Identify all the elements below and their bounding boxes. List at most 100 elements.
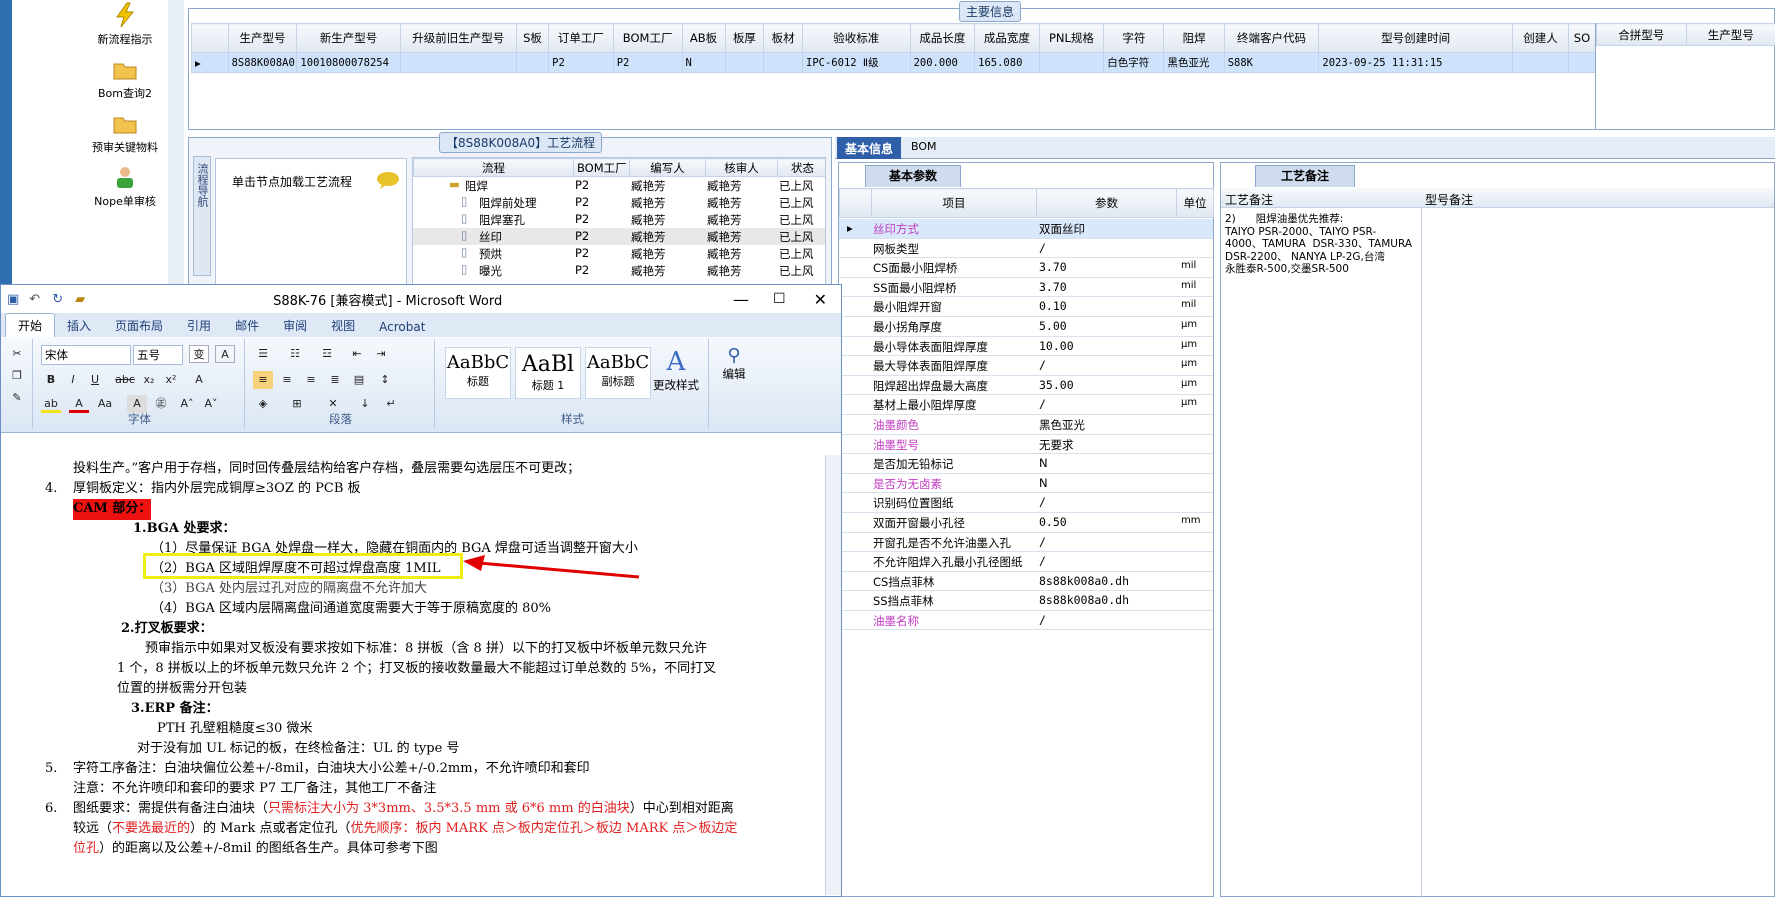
param-value[interactable]: / <box>1039 397 1046 411</box>
tab-base-params[interactable]: 基本参数 <box>865 165 961 187</box>
col-header[interactable]: 字符 <box>1103 23 1165 53</box>
param-value[interactable]: 无要求 <box>1039 437 1074 453</box>
table-cell[interactable] <box>515 52 550 73</box>
multilevel-icon[interactable]: ☲ <box>317 345 337 363</box>
table-cell[interactable]: 白色字符 <box>1103 52 1165 73</box>
table-cell[interactable]: 2023-09-25 11:31:15 <box>1318 52 1514 73</box>
table-cell[interactable]: 165.080 <box>974 52 1040 73</box>
table-cell[interactable] <box>399 52 517 73</box>
table-cell[interactable] <box>1512 52 1569 73</box>
param-value[interactable]: N <box>1039 476 1048 490</box>
col-header[interactable]: AB板 <box>681 23 726 53</box>
table-cell[interactable]: 8S88K008A0 <box>227 52 298 73</box>
param-row[interactable]: 开窗孔是否不允许油墨入孔 / <box>839 533 1213 553</box>
justify-icon[interactable]: ≣ <box>325 371 345 389</box>
nav-scrollbar[interactable] <box>168 0 184 300</box>
col-header[interactable]: 生产型号 <box>227 23 298 53</box>
param-value[interactable]: / <box>1039 535 1046 549</box>
redo-icon[interactable]: ↻ <box>52 292 63 307</box>
line-spacing-icon[interactable]: ↕ <box>375 371 395 389</box>
param-row[interactable]: 油墨型号 无要求 <box>839 435 1213 455</box>
param-row[interactable]: 最小导体表面阻焊厚度 10.00 μm <box>839 337 1213 357</box>
font-size-combo[interactable]: 五号 <box>133 345 183 365</box>
param-value[interactable]: / <box>1039 613 1046 627</box>
col-header[interactable]: 核审人 <box>705 158 778 177</box>
cut-icon[interactable]: ✂ <box>7 345 27 363</box>
col-header[interactable]: 参数 <box>1036 188 1177 218</box>
param-row[interactable]: 阻焊超出焊盘最大高度 35.00 μm <box>839 376 1213 396</box>
param-value[interactable]: 8s88k008a0.dh <box>1039 593 1129 607</box>
param-value[interactable]: 10.00 <box>1039 339 1074 353</box>
open-icon[interactable]: ▰ <box>75 292 85 307</box>
tree-row[interactable]: ▬ 阻焊 P2 臧艳芳 臧艳芳 已上风 <box>413 177 825 194</box>
param-value[interactable]: 双面丝印 <box>1039 221 1085 237</box>
change-styles-button[interactable]: A 更改样式 <box>649 347 703 393</box>
col-header[interactable]: 终端客户代码 <box>1223 23 1320 53</box>
param-row[interactable]: 基材上最小阻焊厚度 / μm <box>839 395 1213 415</box>
col-header[interactable]: BOM工厂 <box>573 158 630 177</box>
tab-process-notes[interactable]: 工艺备注 <box>1255 165 1355 187</box>
param-row[interactable]: 不允许阻焊入孔最小孔径图纸 / <box>839 552 1213 572</box>
table-cell[interactable]: N <box>681 52 726 73</box>
maximize-button[interactable]: ☐ <box>773 291 786 307</box>
document-body[interactable]: 投料生产。”客户用于存档，同时回传叠层结构给客户存档，叠层需要勾选层压不可更改；… <box>1 455 801 895</box>
nav-item-pre-review[interactable]: 预审关键物料 <box>70 110 180 155</box>
param-value[interactable]: 5.00 <box>1039 319 1067 333</box>
col-header[interactable]: 板厚 <box>724 23 765 53</box>
ribbon-tab[interactable]: 开始 <box>5 313 56 337</box>
nav-item-nope-review[interactable]: Nope单审核 <box>70 164 180 209</box>
tree-row[interactable]: ▯ 预烘 P2 臧艳芳 臧艳芳 已上风 <box>413 245 825 262</box>
table-cell[interactable]: 黑色亚光 <box>1163 52 1225 73</box>
table-cell[interactable] <box>1567 52 1597 73</box>
minimize-button[interactable]: — <box>733 290 749 309</box>
flow-nav-side-tab[interactable]: 流程导航 <box>193 156 211 276</box>
distribute-icon[interactable]: ▤ <box>349 371 369 389</box>
col-header[interactable]: 项目 <box>871 188 1037 218</box>
col-header[interactable]: 阻焊 <box>1163 23 1225 53</box>
col-header[interactable]: 板材 <box>763 23 804 53</box>
strikethrough-button[interactable]: abc <box>115 371 135 389</box>
param-row[interactable]: 是否为无卤素 N <box>839 474 1213 494</box>
table-cell[interactable]: IPC-6012 Ⅱ级 <box>802 52 911 73</box>
document-scrollbar[interactable] <box>825 455 841 895</box>
param-row[interactable]: 是否加无铅标记 N <box>839 454 1213 474</box>
save-icon[interactable]: ▣ <box>7 292 19 307</box>
tab-basic-info[interactable]: 基本信息 <box>837 137 902 159</box>
param-value[interactable]: 3.70 <box>1039 280 1067 294</box>
style-gallery-item[interactable]: AaBbC 标题 <box>445 347 511 399</box>
style-gallery-item[interactable]: AaBl 标题 1 <box>515 347 581 399</box>
col-header[interactable]: 订单工厂 <box>548 23 614 53</box>
numbering-icon[interactable]: ☷ <box>285 345 305 363</box>
param-value[interactable]: 0.50 <box>1039 515 1067 529</box>
col-header[interactable]: BOM工厂 <box>612 23 683 53</box>
param-row[interactable]: 油墨颜色 黑色亚光 <box>839 415 1213 435</box>
param-row[interactable]: ▸ 丝印方式 双面丝印 <box>839 219 1213 239</box>
ribbon-tab[interactable]: Acrobat <box>367 317 437 337</box>
tree-row[interactable]: ▯ 丝印 P2 臧艳芳 臧艳芳 已上风 <box>413 228 825 245</box>
ribbon-tab[interactable]: 页面布局 <box>103 314 175 337</box>
undo-icon[interactable]: ↶ <box>29 292 40 307</box>
param-value[interactable]: / <box>1039 241 1046 255</box>
format-painter-icon[interactable]: ✎ <box>7 389 27 407</box>
param-row[interactable]: CS挡点菲林 8s88k008a0.dh <box>839 572 1213 592</box>
col-header[interactable]: SO <box>1567 23 1597 53</box>
ribbon-tab[interactable]: 视图 <box>319 314 367 337</box>
param-value[interactable]: / <box>1039 495 1046 509</box>
style-gallery-item[interactable]: AaBbC 副标题 <box>585 347 651 399</box>
col-header[interactable]: 型号创建时间 <box>1318 23 1514 53</box>
close-button[interactable]: ✕ <box>814 290 827 309</box>
align-center-icon[interactable]: ≡ <box>277 371 297 389</box>
param-value[interactable]: 35.00 <box>1039 378 1074 392</box>
col-header[interactable]: 新生产型号 <box>296 23 401 53</box>
table-cell[interactable]: P2 <box>612 52 683 73</box>
table-cell[interactable] <box>763 52 804 73</box>
param-value[interactable]: 0.10 <box>1039 299 1067 313</box>
table-cell[interactable]: S88K <box>1223 52 1320 73</box>
col-header[interactable]: 创建人 <box>1512 23 1569 53</box>
tab-bom[interactable]: BOM <box>911 140 937 153</box>
superscript-button[interactable]: x² <box>161 371 181 389</box>
nav-item-bom-query[interactable]: Bom查询2 <box>70 56 180 101</box>
tree-row[interactable]: ▯ 阻焊塞孔 P2 臧艳芳 臧艳芳 已上风 <box>413 211 825 228</box>
param-row[interactable]: 识别码位置图纸 / <box>839 493 1213 513</box>
table-cell[interactable]: P2 <box>548 52 614 73</box>
